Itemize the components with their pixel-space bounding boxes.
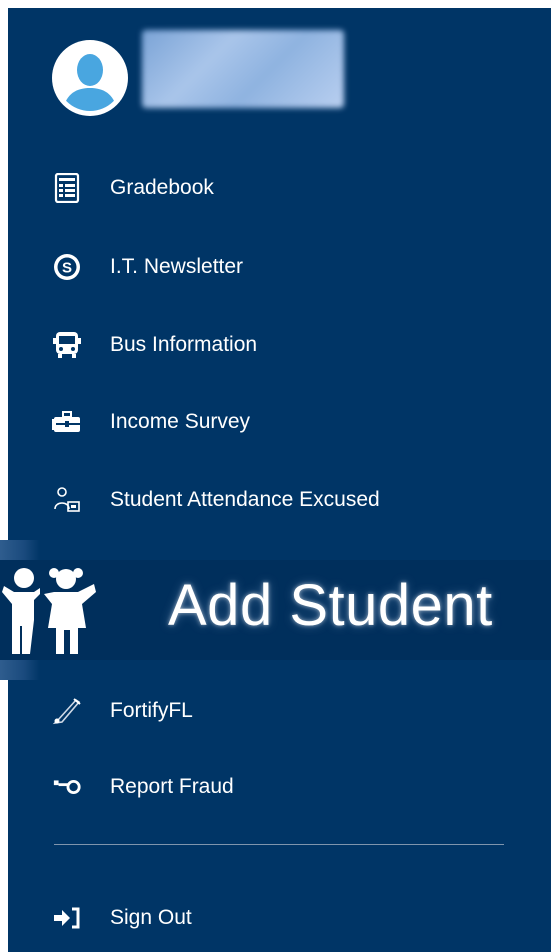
s-circle-icon: S	[52, 252, 82, 282]
add-student-label: Add Student	[168, 573, 493, 638]
menu-item-label: Report Fraud	[110, 775, 234, 798]
menu-item-report-fraud[interactable]: Report Fraud	[52, 763, 492, 811]
attendance-icon	[52, 485, 82, 515]
menu-item-label: I.T. Newsletter	[110, 255, 244, 278]
menu-item-fortifyfl[interactable]: FortifyFL	[52, 687, 492, 735]
menu-divider	[54, 844, 504, 845]
menu-item-label: Bus Information	[110, 333, 258, 356]
gradebook-icon	[52, 173, 82, 203]
sign-out-button[interactable]: Sign Out	[52, 894, 492, 942]
svg-text:S: S	[62, 260, 72, 277]
menu-item-label: Income Survey	[110, 410, 251, 433]
menu-item-label: Gradebook	[110, 176, 214, 199]
menu-item-student-attendance-excused[interactable]: Student Attendance Excused	[52, 476, 492, 524]
profile-header[interactable]	[52, 30, 472, 120]
megaphone-icon	[52, 696, 82, 726]
report-fraud-icon	[52, 772, 82, 802]
username-redacted	[142, 30, 344, 108]
menu-item-label: FortifyFL	[110, 699, 193, 722]
sign-out-label: Sign Out	[110, 906, 192, 929]
avatar-icon[interactable]	[52, 40, 128, 116]
menu-item-label: Student Attendance Excused	[110, 488, 380, 511]
menu-item-gradebook[interactable]: Gradebook	[52, 164, 492, 212]
menu-item-income-survey[interactable]: Income Survey	[52, 398, 492, 446]
menu-item-it-newsletter[interactable]: S I.T. Newsletter	[52, 243, 492, 291]
menu-item-bus-information[interactable]: Bus Information	[52, 321, 492, 369]
children-icon	[2, 568, 96, 654]
briefcase-icon	[52, 407, 82, 437]
sign-out-icon	[52, 903, 82, 933]
add-student-banner[interactable]: Add Student	[0, 540, 551, 680]
bus-icon	[52, 330, 82, 360]
